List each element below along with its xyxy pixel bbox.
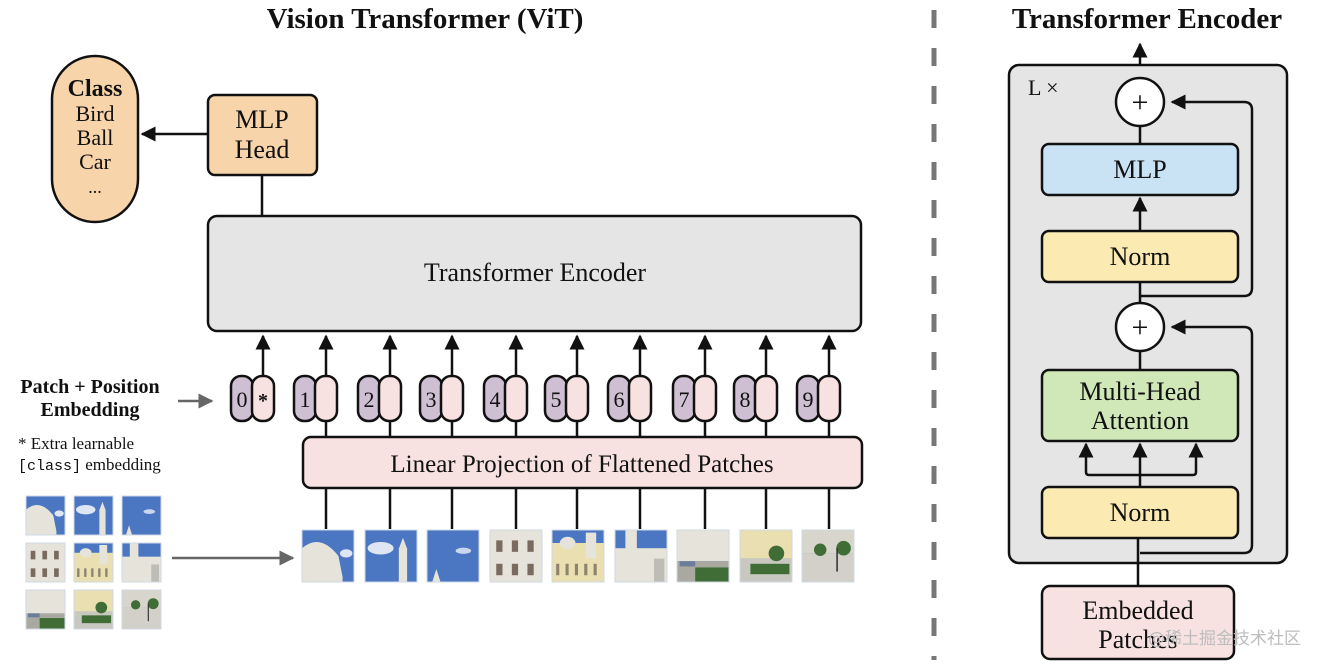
sequence-patch-2-tower-sky <box>364 529 418 583</box>
token-pair-3: 3 <box>418 334 465 437</box>
position-index: 2 <box>364 387 375 412</box>
class-item-bird: Bird <box>75 101 114 126</box>
position-index: 7 <box>679 387 690 412</box>
patch-embedding-token <box>692 374 718 423</box>
extra-note-rest: embedding <box>81 455 161 474</box>
class-output-box: Class Bird Ball Car ... <box>50 54 140 224</box>
attention-label-2: Attention <box>1091 406 1189 435</box>
norm-block-bottom: Norm <box>1040 485 1240 540</box>
encoder-detail-title: Transformer Encoder <box>1012 3 1282 35</box>
sequence-patch-5-palace <box>551 529 605 583</box>
sequence-patch-8-garden <box>739 529 793 583</box>
position-index: 4 <box>490 387 501 412</box>
linear-projection-box: Linear Projection of Flattened Patches <box>301 435 864 490</box>
class-heading: Class <box>68 76 123 102</box>
token-pair-2: 2 <box>356 334 403 437</box>
position-index: 3 <box>426 387 437 412</box>
token-pair-8: 8 <box>732 334 779 437</box>
class-token-code: [class] <box>18 458 81 475</box>
grid-patch-8-garden <box>73 589 114 630</box>
plus-icon: + <box>1132 311 1149 344</box>
mlp-block-label: MLP <box>1113 155 1166 184</box>
add-node-middle: + <box>1114 301 1166 353</box>
norm-block-top: Norm <box>1040 229 1240 284</box>
class-item-car: Car <box>79 149 111 174</box>
mlp-block: MLP <box>1040 142 1240 197</box>
mlp-head-box: MLP Head <box>206 93 319 177</box>
patch-embedding-token <box>816 374 842 423</box>
sequence-patch-9-plaza <box>801 529 855 583</box>
vit-diagram: Vision Transformer (ViT) Class Bird Ball… <box>18 3 1301 661</box>
patch-embedding-token <box>503 374 529 423</box>
embedded-patches-label-1: Embedded <box>1082 596 1193 625</box>
position-index: 6 <box>614 387 625 412</box>
attention-block: Multi-Head Attention <box>1040 368 1240 443</box>
patch-embedding-token <box>564 374 590 423</box>
token-pair-9: 9 <box>795 334 842 437</box>
class-item-ball: Ball <box>77 125 114 150</box>
patch-embedding-token <box>313 374 339 423</box>
repeat-label: L × <box>1028 75 1059 100</box>
grid-patch-6-tower-wing <box>121 542 162 583</box>
grid-patch-9-plaza <box>121 589 162 630</box>
norm-top-label: Norm <box>1110 242 1171 271</box>
add-node-top: + <box>1114 76 1166 128</box>
vit-title: Vision Transformer (ViT) <box>267 3 584 35</box>
position-index: 1 <box>300 387 311 412</box>
position-index: 9 <box>803 387 814 412</box>
token-pair-6: 6 <box>606 334 653 437</box>
extra-note-line-2: [class] embedding <box>18 455 161 475</box>
token-pair-4: 4 <box>482 334 529 437</box>
patch-embedding-token <box>377 374 403 423</box>
token-pair-7: 7 <box>671 334 718 437</box>
transformer-encoder-box: Transformer Encoder <box>206 214 863 333</box>
linear-projection-label: Linear Projection of Flattened Patches <box>390 451 773 478</box>
token-pair-1: 1 <box>292 334 339 437</box>
grid-patch-7-courtyard <box>25 589 66 630</box>
patch-embedding-token <box>439 374 465 423</box>
plus-icon: + <box>1132 86 1149 119</box>
mlp-head-label-2: Head <box>235 135 290 164</box>
extra-note-line-1: * Extra learnable <box>18 434 134 453</box>
grid-patch-1-dome <box>25 495 66 536</box>
class-token-asterisk: * <box>258 390 268 412</box>
position-index: 5 <box>551 387 562 412</box>
grid-patch-2-tower-sky <box>73 495 114 536</box>
flattened-patch-row <box>301 488 855 583</box>
norm-bottom-label: Norm <box>1110 498 1171 527</box>
patch-embedding-token <box>627 374 653 423</box>
class-item-ellipsis: ... <box>88 177 102 197</box>
token-sequence: 0 * 1 2 3 4 5 6 7 8 9 <box>229 334 842 437</box>
token-pair-5: 5 <box>543 334 590 437</box>
mlp-head-label-1: MLP <box>235 105 288 134</box>
watermark: @稀土掘金技术社区 <box>1148 629 1301 649</box>
grid-patch-4-facade <box>25 542 66 583</box>
sequence-patch-3-sky-spire <box>426 529 480 583</box>
source-image-grid <box>25 495 162 630</box>
sequence-patch-6-tower-wing <box>614 529 668 583</box>
transformer-encoder-label: Transformer Encoder <box>424 258 646 287</box>
grid-patch-3-sky-spire <box>121 495 162 536</box>
token-pair-0: 0 * <box>229 334 276 423</box>
position-index: 0 <box>237 387 248 412</box>
sequence-patch-4-facade <box>489 529 543 583</box>
embedding-label-1: Patch + Position <box>20 376 159 398</box>
grid-patch-5-palace <box>73 542 114 583</box>
sequence-patch-1-dome <box>301 529 355 583</box>
position-index: 8 <box>740 387 751 412</box>
embedding-label-2: Embedding <box>41 399 140 421</box>
attention-label-1: Multi-Head <box>1079 377 1200 406</box>
sequence-patch-7-courtyard <box>676 529 730 583</box>
patch-embedding-token <box>753 374 779 423</box>
